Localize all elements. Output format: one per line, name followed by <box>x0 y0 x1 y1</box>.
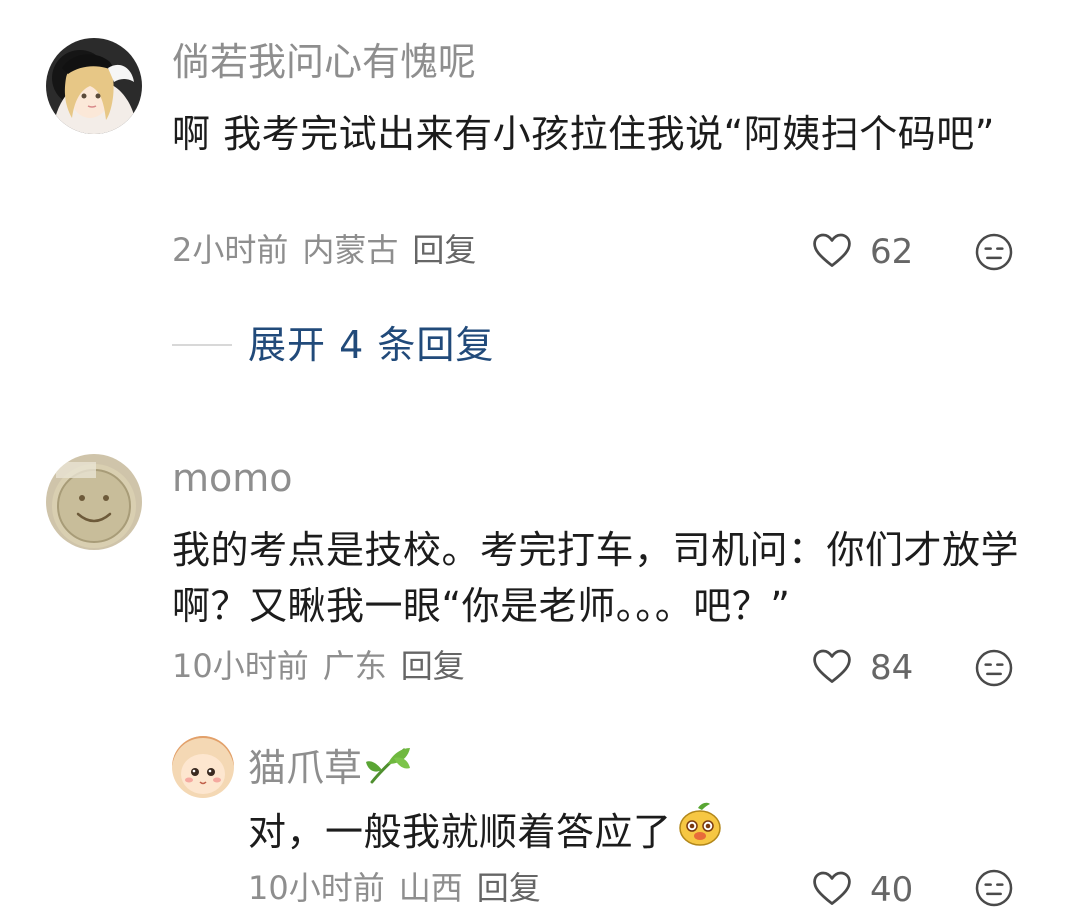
reply-button[interactable]: 回复 <box>401 647 465 685</box>
divider <box>172 344 232 346</box>
like-button[interactable]: 40 <box>810 866 913 914</box>
comment-time: 10小时前 <box>172 647 309 685</box>
reply-button[interactable]: 回复 <box>477 869 541 907</box>
reply-location: 山西 <box>398 869 463 907</box>
meh-face-icon[interactable] <box>974 648 1014 692</box>
avatar[interactable] <box>172 736 234 798</box>
like-count: 40 <box>870 870 914 910</box>
comment-location: 广东 <box>322 647 387 685</box>
comment-meta: 2小时前 内蒙古 回复 <box>172 234 490 266</box>
reply-username-text: 猫爪草 <box>248 746 363 790</box>
reply-meta: 10小时前 山西 回复 <box>248 872 555 904</box>
comment-time: 2小时前 <box>172 231 289 269</box>
leaf-icon <box>366 744 412 792</box>
like-button[interactable]: 84 <box>810 644 913 692</box>
expand-replies-button[interactable]: 展开 4 条回复 <box>172 326 494 364</box>
comment-item: 倘若我问心有愧呢 啊 我考完试出来有小孩拉住我说“阿姨扫个码吧” 2小时前 内蒙古… <box>0 0 1080 400</box>
meh-face-icon[interactable] <box>974 868 1014 912</box>
comment-username[interactable]: momo <box>172 459 293 497</box>
like-button[interactable]: 62 <box>810 228 913 276</box>
reply-time: 10小时前 <box>248 869 385 907</box>
avatar[interactable] <box>46 454 142 550</box>
comment-username[interactable]: 倘若我问心有愧呢 <box>172 43 476 81</box>
heart-outline-icon <box>810 644 854 692</box>
like-count: 62 <box>870 232 914 272</box>
comment-item: momo 我的考点是技校。考完打车，司机问：你们才放学啊？又瞅我一眼“你是老师。… <box>0 440 1080 908</box>
avatar[interactable] <box>46 38 142 134</box>
comment-text: 啊 我考完试出来有小孩拉住我说“阿姨扫个码吧” <box>172 112 995 156</box>
like-count: 84 <box>870 648 914 688</box>
reply-button[interactable]: 回复 <box>412 231 476 269</box>
reply-text-content: 对，一般我就顺着答应了 <box>248 809 672 854</box>
reply-item: 猫爪草 对，一般我就顺着答应了 10小时前 山西 回复 40 <box>0 730 1080 908</box>
comment-meta: 10小时前 广东 回复 <box>172 650 479 682</box>
reply-text: 对，一般我就顺着答应了 <box>248 800 1008 863</box>
heart-outline-icon <box>810 866 854 914</box>
meh-face-icon[interactable] <box>974 232 1014 276</box>
comment-text: 我的考点是技校。考完打车，司机问：你们才放学啊？又瞅我一眼“你是老师。。。吧？” <box>172 528 1020 628</box>
comment-location: 内蒙古 <box>302 231 399 269</box>
reply-username[interactable]: 猫爪草 <box>248 744 412 792</box>
heart-outline-icon <box>810 228 854 276</box>
expand-replies-label: 展开 4 条回复 <box>248 323 495 367</box>
mango-emoji-icon <box>676 800 724 863</box>
